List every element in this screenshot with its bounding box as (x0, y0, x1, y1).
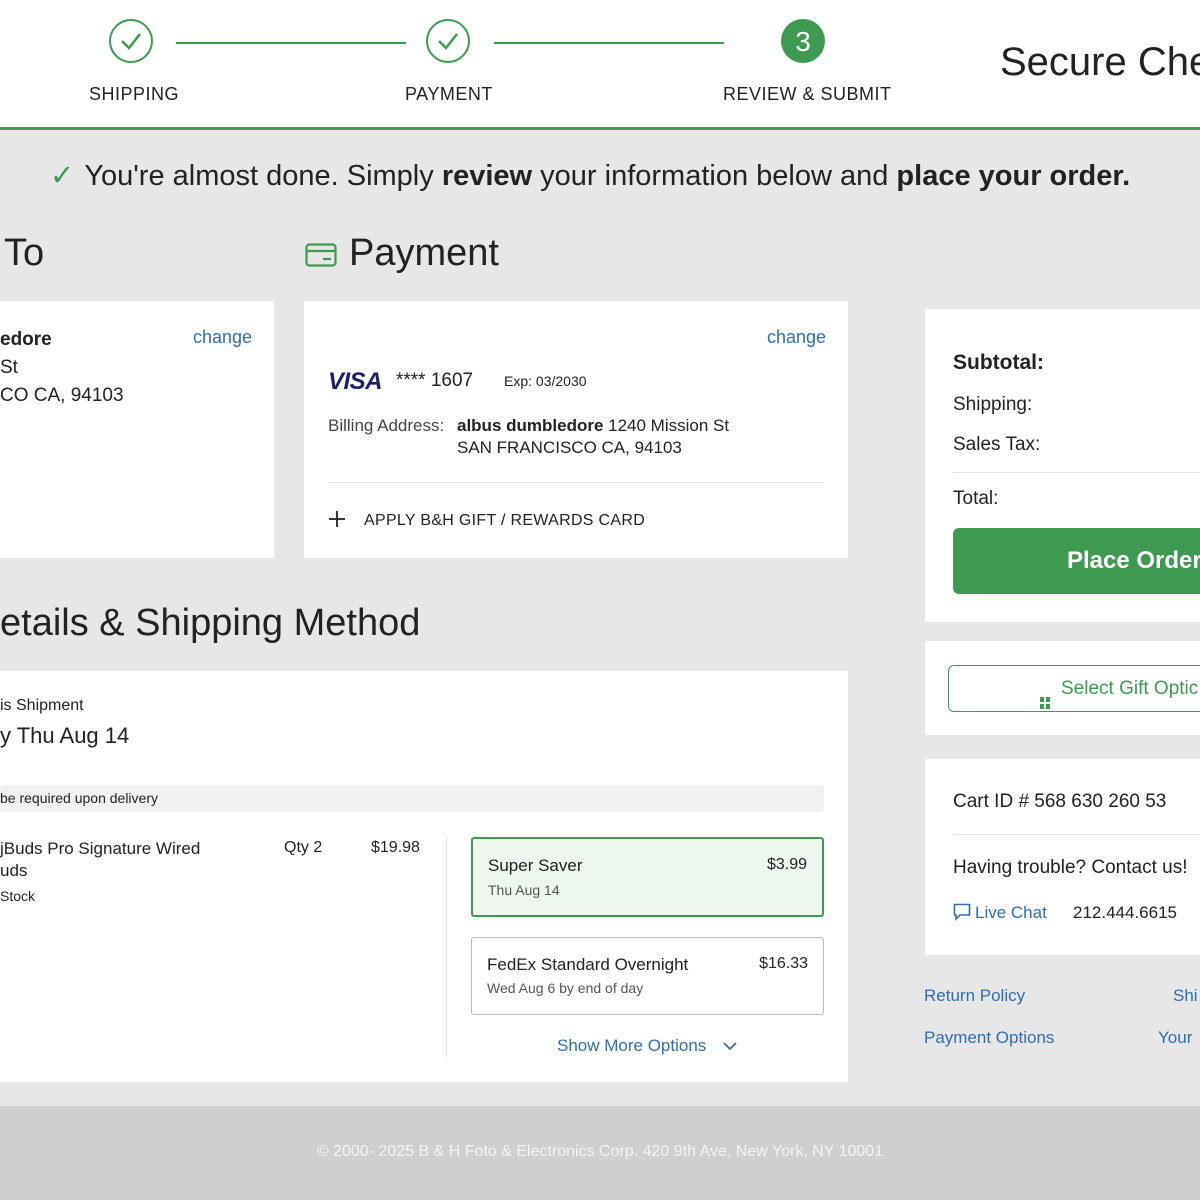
chevron-down-icon[interactable] (722, 1039, 738, 1057)
ship-to-city: CO CA, 94103 (0, 385, 124, 406)
shipping-option-date: Wed Aug 6 by end of day (487, 980, 644, 996)
shipping-option-price: $16.33 (759, 955, 808, 972)
subtotal-label: Subtotal: (953, 351, 1044, 374)
change-address-link[interactable]: change (193, 327, 252, 348)
shipping-option-name: FedEx Standard Overnight (487, 955, 689, 974)
signature-note: be required upon delivery (0, 790, 158, 806)
step-review-number: 3 (781, 19, 825, 63)
banner-text: You're almost done. Simply (84, 160, 442, 192)
step-shipping-label[interactable]: SHIPPING (89, 84, 179, 105)
item-qty: Qty 2 (284, 839, 323, 856)
change-payment-link[interactable]: change (767, 327, 826, 348)
divider (953, 834, 1200, 835)
page-title: Secure Che (1000, 40, 1200, 84)
credit-card-icon (305, 243, 337, 272)
review-banner: ✓ You're almost done. Simply review your … (50, 158, 1130, 193)
banner-bold-place-order: place your order. (896, 160, 1131, 192)
show-more-options-link[interactable]: Show More Options (557, 1036, 706, 1056)
step-shipping-check-icon (109, 19, 153, 63)
apply-gift-card-link[interactable]: APPLY B&H GIFT / REWARDS CARD (364, 512, 645, 530)
select-gift-options-label: Select Gift Optic (1061, 678, 1199, 699)
banner-text: your information below and (532, 160, 897, 192)
checkout-header: 3 SHIPPING PAYMENT REVIEW & SUBMIT Secur… (0, 0, 1200, 130)
banner-bold-review: review (441, 160, 533, 192)
sales-tax-label: Sales Tax: (953, 434, 1041, 455)
trouble-text: Having trouble? Contact us! (953, 857, 1188, 878)
place-order-button[interactable]: Place Order (953, 528, 1200, 594)
divider (953, 472, 1200, 473)
item-name-line1[interactable]: jBuds Pro Signature Wired (0, 839, 200, 859)
shipping-link[interactable]: Shi (1173, 986, 1198, 1006)
shipping-option-super-saver[interactable]: Super Saver Thu Aug 14 $3.99 (471, 837, 824, 917)
details-heading: etails & Shipping Method (0, 602, 421, 644)
shipping-option-fedex-overnight[interactable]: FedEx Standard Overnight Wed Aug 6 by en… (471, 937, 824, 1015)
copyright-text: © 2000- 2025 B & H Foto & Electronics Co… (316, 1143, 884, 1160)
checkmark-icon: ✓ (50, 160, 75, 192)
chat-icon[interactable] (953, 903, 971, 926)
step-payment-check-icon (426, 19, 470, 63)
payment-options-link[interactable]: Payment Options (924, 1028, 1054, 1048)
billing-address: albus dumbledore 1240 Mission St (457, 416, 729, 436)
ship-to-card: edore St CO CA, 94103 change (0, 301, 274, 558)
stock-status: Stock (0, 888, 36, 904)
billing-city: SAN FRANCISCO CA, 94103 (457, 438, 682, 457)
payment-card: change VISA **** 1607 Exp: 03/2030 Billi… (304, 301, 848, 558)
return-policy-link[interactable]: Return Policy (924, 986, 1025, 1006)
shipment-card: is Shipment y Thu Aug 14 be required upo… (0, 671, 848, 1082)
ship-to-heading: To (4, 232, 45, 274)
billing-name: albus dumbledore (457, 416, 604, 435)
visa-logo-icon: VISA (328, 368, 383, 395)
gift-icon (1039, 682, 1051, 727)
select-gift-options-button[interactable]: Select Gift Optic (948, 665, 1200, 712)
your-account-link[interactable]: Your (1158, 1028, 1192, 1048)
support-card: Cart ID # 568 630 260 53 Having trouble?… (925, 759, 1200, 955)
delivery-date: y Thu Aug 14 (0, 723, 130, 748)
total-label: Total: (953, 488, 999, 509)
payment-heading: Payment (349, 232, 499, 274)
live-chat-link[interactable]: Live Chat (975, 903, 1047, 923)
divider (328, 482, 824, 483)
support-phone[interactable]: 212.444.6615 (1073, 903, 1177, 923)
shipping-label: Shipping: (953, 394, 1033, 415)
item-price: $19.98 (371, 839, 420, 856)
step-connector (494, 42, 724, 44)
plus-icon[interactable] (328, 510, 346, 533)
cart-id: Cart ID # 568 630 260 53 (953, 791, 1167, 812)
card-expiry: Exp: 03/2030 (504, 373, 587, 389)
step-connector (176, 42, 406, 44)
billing-address-label: Billing Address: (328, 416, 445, 435)
ship-to-name: edore (0, 329, 52, 350)
ship-to-street: St (0, 357, 18, 378)
billing-street: 1240 Mission St (603, 416, 730, 435)
step-payment-label[interactable]: PAYMENT (405, 84, 493, 105)
shipping-option-name: Super Saver (488, 856, 583, 875)
item-name-line2[interactable]: uds (0, 861, 27, 881)
shipment-label: is Shipment (0, 697, 84, 714)
card-number: **** 1607 (396, 370, 474, 391)
shipping-option-price: $3.99 (766, 856, 807, 873)
signature-notice: be required upon delivery (0, 785, 824, 812)
shipping-option-date: Thu Aug 14 (488, 882, 560, 898)
step-review-label: REVIEW & SUBMIT (723, 84, 892, 104)
divider (446, 837, 447, 1057)
